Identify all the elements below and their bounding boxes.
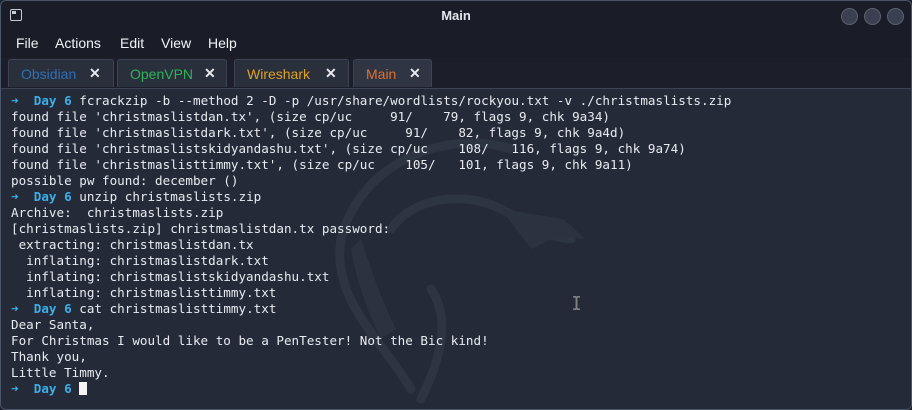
- prompt-directory: Day 6: [18, 189, 80, 204]
- close-tab-icon[interactable]: ✕: [325, 65, 337, 82]
- output-line: [christmaslists.zip] christmaslistdan.tx…: [11, 221, 391, 236]
- prompt-arrow-icon: ➜: [11, 381, 19, 396]
- prompt-arrow-icon: ➜: [11, 189, 19, 204]
- tab-label: Main: [366, 66, 397, 82]
- output-line: inflating: christmaslistdark.txt: [11, 253, 269, 268]
- menu-actions[interactable]: Actions: [55, 35, 101, 51]
- terminal-scrollbar[interactable]: [905, 89, 911, 409]
- maximize-button[interactable]: [864, 8, 881, 25]
- window-title: Main: [441, 8, 471, 23]
- terminal-window: Main File Actions Edit View Help Obsidia…: [0, 0, 912, 410]
- output-line: found file 'christmaslisttimmy.txt', (si…: [11, 157, 633, 172]
- output-line: extracting: christmaslistdan.tx: [11, 237, 254, 252]
- tab-obsidian[interactable]: Obsidian ✕: [8, 59, 114, 87]
- output-line: inflating: christmaslisttimmy.txt: [11, 285, 277, 300]
- close-tab-icon[interactable]: ✕: [89, 65, 101, 82]
- menu-file[interactable]: File: [16, 35, 39, 51]
- terminal-cursor: [79, 382, 88, 395]
- tab-wireshark[interactable]: Wireshark ✕: [234, 59, 349, 87]
- menu-bar: File Actions Edit View Help: [1, 31, 911, 57]
- tab-label: OpenVPN: [130, 66, 194, 82]
- output-line: found file 'christmaslistdan.tx', (size …: [11, 109, 610, 124]
- output-line: Archive: christmaslists.zip: [11, 205, 224, 220]
- output-line: found file 'christmaslistdark.txt', (siz…: [11, 125, 626, 140]
- prompt-line: ➜ Day 6 cat christmaslisttimmy.txt: [11, 301, 731, 317]
- command-text: unzip christmaslists.zip: [79, 189, 262, 204]
- terminal-lines: ➜ Day 6 fcrackzip -b --method 2 -D -p /u…: [11, 93, 731, 397]
- terminal-output[interactable]: ➜ Day 6 fcrackzip -b --method 2 -D -p /u…: [1, 89, 911, 409]
- prompt-directory: Day 6: [18, 301, 80, 316]
- tab-bar: Obsidian ✕ OpenVPN ✕ Wireshark ✕ Main ✕: [1, 57, 911, 89]
- minimize-button[interactable]: [841, 8, 858, 25]
- title-bar[interactable]: Main: [1, 1, 911, 31]
- output-line: Dear Santa,: [11, 317, 95, 332]
- close-tab-icon[interactable]: ✕: [409, 65, 421, 82]
- text-cursor-icon: [573, 296, 580, 310]
- tab-label: Obsidian: [21, 66, 77, 82]
- output-line: inflating: christmaslistskidyandashu.txt: [11, 269, 330, 284]
- command-text: fcrackzip -b --method 2 -D -p /usr/share…: [79, 93, 732, 108]
- output-line: Thank you,: [11, 349, 87, 364]
- output-line: Little Timmy.: [11, 365, 110, 380]
- prompt-directory: Day 6: [18, 381, 80, 396]
- prompt-directory: Day 6: [18, 93, 80, 108]
- menu-help[interactable]: Help: [208, 35, 237, 51]
- menu-edit[interactable]: Edit: [120, 35, 144, 51]
- prompt-arrow-icon: ➜: [11, 93, 19, 108]
- prompt-arrow-icon: ➜: [11, 301, 19, 316]
- prompt-line: ➜ Day 6: [11, 381, 731, 397]
- output-line: found file 'christmaslistskidyandashu.tx…: [11, 141, 686, 156]
- close-window-button[interactable]: [887, 8, 904, 25]
- output-line: possible pw found: december (): [11, 173, 239, 188]
- prompt-line: ➜ Day 6 unzip christmaslists.zip: [11, 189, 731, 205]
- close-tab-icon[interactable]: ✕: [204, 65, 216, 82]
- tab-main[interactable]: Main ✕: [353, 59, 432, 87]
- command-text: cat christmaslisttimmy.txt: [79, 301, 277, 316]
- menu-view[interactable]: View: [161, 35, 191, 51]
- output-line: For Christmas I would like to be a PenTe…: [11, 333, 489, 348]
- prompt-line: ➜ Day 6 fcrackzip -b --method 2 -D -p /u…: [11, 93, 731, 109]
- tab-label: Wireshark: [247, 66, 311, 82]
- tab-openvpn[interactable]: OpenVPN ✕: [117, 59, 227, 87]
